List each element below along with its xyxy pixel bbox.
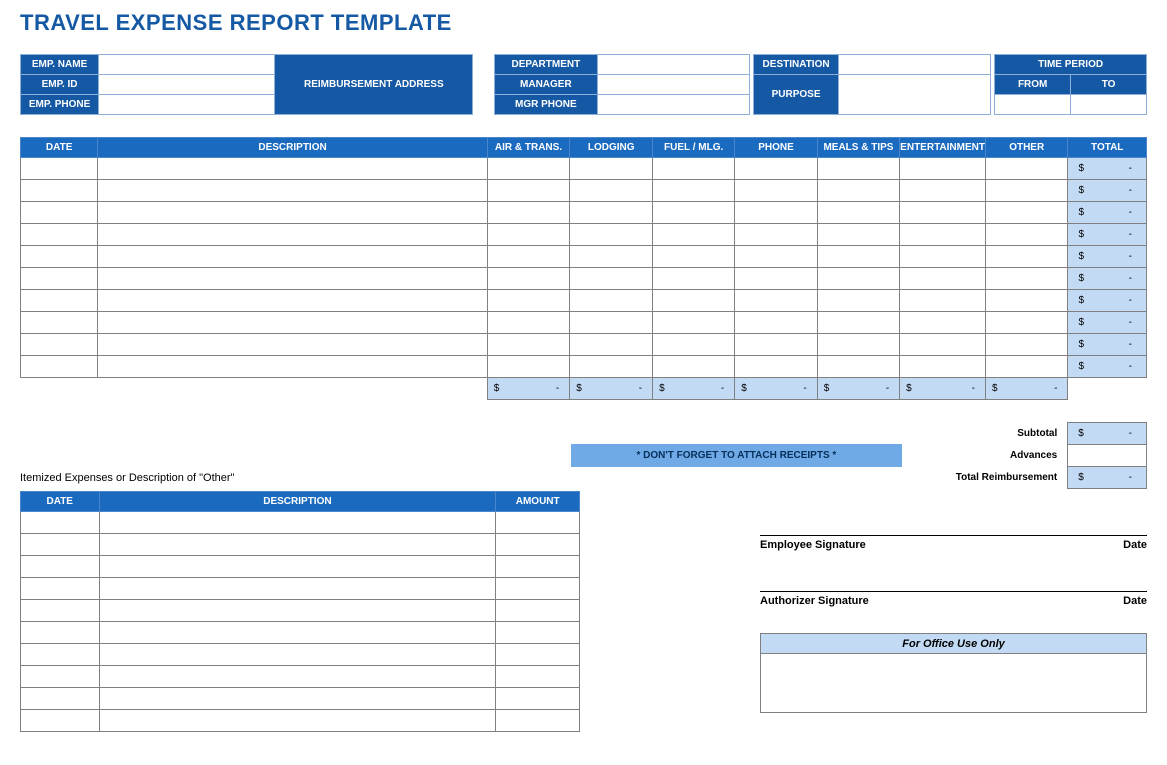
label-total-reimb: Total Reimbursement bbox=[901, 466, 1067, 488]
table-row bbox=[21, 621, 580, 643]
table-row bbox=[21, 577, 580, 599]
label-authorizer-signature: Authorizer Signature bbox=[760, 595, 869, 607]
table-row: $- bbox=[21, 334, 1147, 356]
colsum-entertainment: $- bbox=[900, 378, 986, 400]
office-use-body[interactable] bbox=[761, 654, 1146, 712]
label-time-period: TIME PERIOD bbox=[995, 55, 1147, 75]
row-total: $- bbox=[1068, 334, 1147, 356]
table-row bbox=[21, 599, 580, 621]
col-meals: MEALS & TIPS bbox=[817, 138, 899, 158]
table-row: $- bbox=[21, 312, 1147, 334]
table-row: $- bbox=[21, 180, 1147, 202]
table-row: $- bbox=[21, 202, 1147, 224]
advances-value[interactable] bbox=[1068, 444, 1147, 466]
receipts-note: * DON'T FORGET TO ATTACH RECEIPTS * bbox=[571, 444, 901, 466]
input-from[interactable] bbox=[995, 95, 1071, 115]
col-phone: PHONE bbox=[735, 138, 817, 158]
label-to: TO bbox=[1071, 75, 1147, 95]
label-emp-phone: EMP. PHONE bbox=[21, 95, 99, 115]
table-row: $- bbox=[21, 268, 1147, 290]
expense-table: DATE DESCRIPTION AIR & TRANS. LODGING FU… bbox=[20, 137, 1147, 400]
table-row bbox=[21, 665, 580, 687]
table-row: $- bbox=[21, 356, 1147, 378]
row-total: $- bbox=[1068, 224, 1147, 246]
office-use-header: For Office Use Only bbox=[761, 634, 1146, 654]
row-total: $- bbox=[1068, 246, 1147, 268]
input-to[interactable] bbox=[1071, 95, 1147, 115]
label-emp-name: EMP. NAME bbox=[21, 55, 99, 75]
employee-info-table: EMP. NAME REIMBURSEMENT ADDRESS DEPARTME… bbox=[20, 54, 1147, 115]
input-destination[interactable] bbox=[839, 55, 991, 75]
colsum-fuel: $- bbox=[653, 378, 735, 400]
row-total: $- bbox=[1068, 158, 1147, 180]
label-mgr-phone: MGR PHONE bbox=[494, 95, 597, 115]
row-total: $- bbox=[1068, 290, 1147, 312]
table-row bbox=[21, 709, 580, 731]
col-description: DESCRIPTION bbox=[98, 138, 487, 158]
label-reimb-addr: REIMBURSEMENT ADDRESS bbox=[275, 55, 473, 115]
itemized-table: DATE DESCRIPTION AMOUNT bbox=[20, 491, 580, 732]
col-fuel: FUEL / MLG. bbox=[653, 138, 735, 158]
table-row: $- bbox=[21, 290, 1147, 312]
table-row: $- bbox=[21, 158, 1147, 180]
subtotal-value: $- bbox=[1068, 422, 1147, 444]
colsum-phone: $- bbox=[735, 378, 817, 400]
item-col-date: DATE bbox=[21, 491, 100, 511]
label-subtotal: Subtotal bbox=[901, 422, 1067, 444]
col-other: OTHER bbox=[985, 138, 1067, 158]
label-employee-signature: Employee Signature bbox=[760, 539, 866, 551]
input-department[interactable] bbox=[598, 55, 750, 75]
table-row bbox=[21, 687, 580, 709]
input-emp-name[interactable] bbox=[99, 55, 275, 75]
label-manager: MANAGER bbox=[494, 75, 597, 95]
input-emp-phone[interactable] bbox=[99, 95, 275, 115]
row-total: $- bbox=[1068, 356, 1147, 378]
summary-table: Subtotal $- * DON'T FORGET TO ATTACH REC… bbox=[20, 400, 1147, 489]
table-row: $- bbox=[21, 246, 1147, 268]
label-date-1: Date bbox=[1123, 539, 1147, 551]
page-title: TRAVEL EXPENSE REPORT TEMPLATE bbox=[20, 10, 1147, 36]
label-emp-id: EMP. ID bbox=[21, 75, 99, 95]
table-row bbox=[21, 511, 580, 533]
label-department: DEPARTMENT bbox=[494, 55, 597, 75]
colsum-lodging: $- bbox=[570, 378, 653, 400]
row-total: $- bbox=[1068, 180, 1147, 202]
row-total: $- bbox=[1068, 268, 1147, 290]
row-total: $- bbox=[1068, 202, 1147, 224]
input-mgr-phone[interactable] bbox=[598, 95, 750, 115]
row-total: $- bbox=[1068, 312, 1147, 334]
input-manager[interactable] bbox=[598, 75, 750, 95]
column-sums-row: $- $- $- $- $- $- $- bbox=[21, 378, 1147, 400]
table-row: $- bbox=[21, 224, 1147, 246]
label-advances: Advances bbox=[901, 444, 1067, 466]
col-entertainment: ENTERTAINMENT bbox=[900, 138, 986, 158]
item-col-amount: AMOUNT bbox=[496, 491, 580, 511]
colsum-air: $- bbox=[487, 378, 570, 400]
office-use-box: For Office Use Only bbox=[760, 633, 1147, 713]
col-air: AIR & TRANS. bbox=[487, 138, 570, 158]
label-destination: DESTINATION bbox=[753, 55, 839, 75]
colsum-other: $- bbox=[985, 378, 1067, 400]
colsum-meals: $- bbox=[817, 378, 899, 400]
label-date-2: Date bbox=[1123, 595, 1147, 607]
total-reimb-value: $- bbox=[1068, 466, 1147, 488]
itemized-label: Itemized Expenses or Description of "Oth… bbox=[20, 472, 901, 484]
col-total: TOTAL bbox=[1068, 138, 1147, 158]
item-col-description: DESCRIPTION bbox=[99, 491, 496, 511]
col-lodging: LODGING bbox=[570, 138, 653, 158]
label-purpose: PURPOSE bbox=[753, 75, 839, 115]
table-row bbox=[21, 555, 580, 577]
input-purpose[interactable] bbox=[839, 75, 991, 115]
table-row bbox=[21, 533, 580, 555]
label-from: FROM bbox=[995, 75, 1071, 95]
table-row bbox=[21, 643, 580, 665]
col-date: DATE bbox=[21, 138, 98, 158]
input-emp-id[interactable] bbox=[99, 75, 275, 95]
